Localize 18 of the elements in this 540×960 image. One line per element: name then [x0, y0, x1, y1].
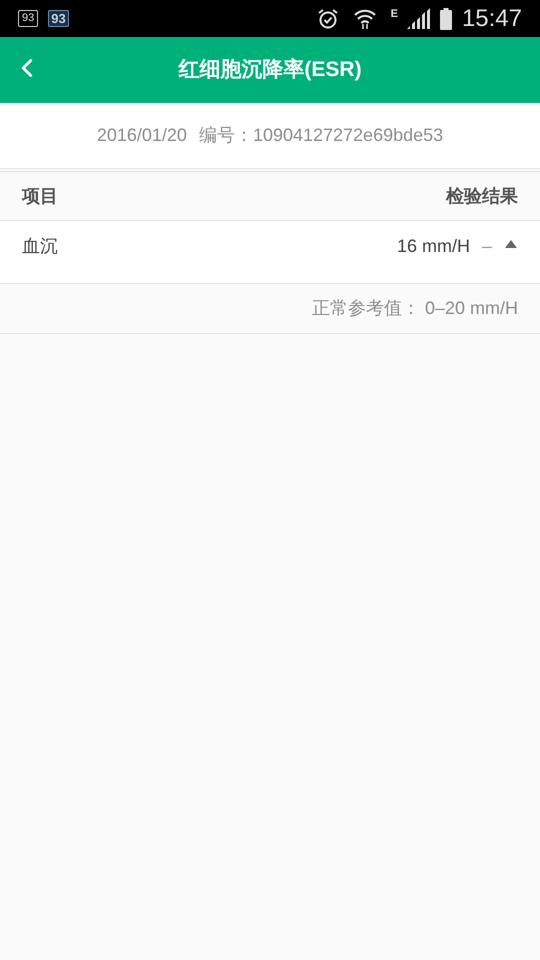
network-type: E — [390, 7, 398, 22]
alarm-icon — [316, 8, 339, 30]
report-number: 编号：10904127272e69bde53 — [198, 124, 444, 147]
report-date: 2016/01/20 — [96, 124, 187, 147]
clock-time: 15:47 — [462, 6, 522, 30]
page-title: 红细胞沉降率(ESR) — [178, 56, 362, 84]
column-header: 项目 — [22, 184, 58, 208]
column-header: 检验结果 — [446, 184, 518, 208]
result-row[interactable]: 血沉 16 mm/H – — [0, 221, 540, 284]
notification-badge: 93 — [18, 10, 38, 27]
battery-icon — [440, 8, 452, 30]
notification-badge: 93 — [48, 10, 69, 27]
result-value: 16 mm/H — [396, 235, 470, 258]
item-name: 血沉 — [22, 235, 58, 258]
wifi-icon — [352, 8, 377, 30]
reference-range: 正常参考值： 0–20 mm/H — [312, 297, 518, 320]
signal-icon — [406, 8, 430, 30]
result-indicator-text: – — [482, 235, 492, 258]
